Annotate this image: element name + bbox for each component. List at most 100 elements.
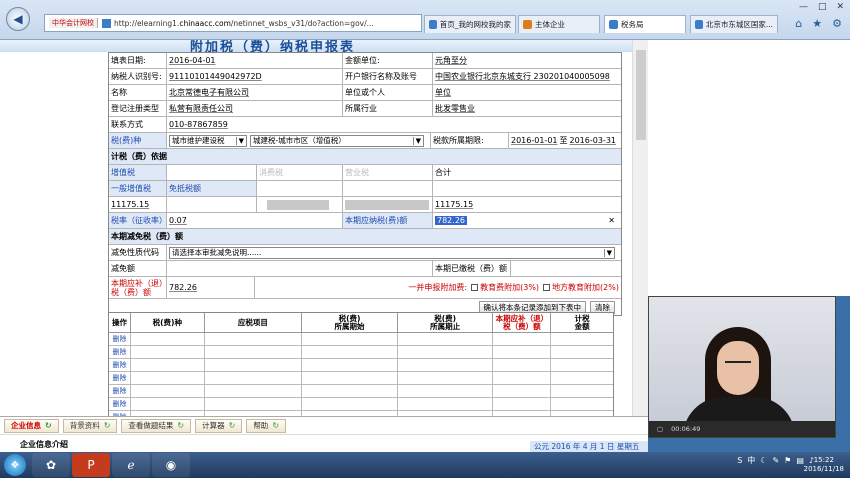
period-start[interactable]: 2016-01-01 bbox=[511, 136, 558, 145]
start-button[interactable]: ❖ bbox=[0, 452, 30, 478]
globe-icon bbox=[429, 20, 437, 29]
col-period-end: 税(费) 所属期止 bbox=[398, 313, 494, 332]
period-label: 税款所属期限: bbox=[431, 133, 509, 148]
exempt-label: 免抵税额 bbox=[167, 181, 257, 196]
bank-value: 中国农业银行北京东城支行 230201040005098 bbox=[435, 72, 610, 81]
taskbar-media[interactable]: ◉ bbox=[152, 453, 190, 477]
minimize-button[interactable]: — bbox=[799, 2, 808, 12]
gear-icon[interactable]: ⚙ bbox=[832, 17, 842, 30]
chevron-down-icon: ▼ bbox=[603, 248, 612, 257]
payable-input[interactable]: 782.26 ✕ bbox=[433, 213, 621, 228]
moon-icon[interactable]: ☾ bbox=[760, 456, 767, 465]
app-icon: ✿ bbox=[45, 458, 57, 472]
relief-code-select[interactable]: 请选择本审批减免说明...... ▼ bbox=[169, 246, 615, 259]
delete-link[interactable]: 删除 bbox=[109, 359, 131, 371]
page-scrollbar[interactable] bbox=[632, 40, 648, 416]
refund-label: 本期应补（退）税（费）额 bbox=[109, 277, 167, 298]
url-domain: chinaacc.com bbox=[179, 18, 231, 28]
url-suffix: /netinnet_wsbs_v31/do?action=gov/... bbox=[230, 18, 374, 28]
table-row: 删除 bbox=[109, 333, 613, 346]
col-refund: 本期应补（退） 税（费）额 bbox=[493, 313, 552, 332]
tab-entity[interactable]: 主体企业 bbox=[518, 15, 600, 33]
taskbar-ie[interactable]: ℯ bbox=[112, 453, 150, 477]
clock-date: 2016/11/18 bbox=[803, 465, 844, 473]
taxpayer-id-value: 91110101449042972D bbox=[167, 69, 343, 84]
delete-link[interactable]: 删除 bbox=[109, 398, 131, 410]
taxpayer-id-label: 纳税人识别号: bbox=[109, 69, 167, 84]
address-bar[interactable]: 中华会计网校 http://elearning1. chinaacc.com/ne… bbox=[44, 14, 422, 32]
tax-type-select[interactable]: 城市维护建设税 ▼ bbox=[169, 134, 247, 147]
star-icon[interactable]: ★ bbox=[812, 17, 822, 30]
tab-results[interactable]: 查看做题结果 ↻ bbox=[121, 418, 192, 433]
info-bar: 企业信息介绍 公元 2016 年 4 月 1 日 星期五 bbox=[0, 434, 648, 453]
edu-surcharge-checkbox[interactable] bbox=[471, 284, 479, 291]
business-label: 营业税 bbox=[343, 165, 433, 180]
tab-tax-bureau[interactable]: 税务局 bbox=[604, 15, 686, 33]
exempt-input[interactable] bbox=[167, 197, 257, 212]
back-button[interactable]: ◀ bbox=[6, 7, 30, 31]
tab-home[interactable]: 首页_我的网校我的家 bbox=[424, 15, 516, 33]
flag-icon[interactable]: ⚑ bbox=[784, 456, 791, 465]
delete-link[interactable]: 删除 bbox=[109, 385, 131, 397]
form-banner: 附加税（费）纳税申报表 bbox=[0, 40, 632, 55]
tab-company-info[interactable]: 企业信息 ↻ bbox=[4, 418, 59, 433]
media-icon: ◉ bbox=[165, 458, 177, 472]
ime-lang[interactable]: 中 bbox=[747, 455, 755, 466]
video-panel[interactable]: ▢ 00:06:49 bbox=[648, 296, 836, 438]
delete-link[interactable]: 删除 bbox=[109, 372, 131, 384]
url-prefix: http://elearning1. bbox=[114, 18, 180, 28]
page-icon bbox=[523, 20, 532, 29]
name-label: 名称 bbox=[109, 85, 167, 100]
table-row: 删除 bbox=[109, 359, 613, 372]
clock[interactable]: 15:22 2016/11/18 bbox=[804, 456, 844, 474]
tab-calculator[interactable]: 计算器 ↻ bbox=[195, 418, 243, 433]
clear-icon[interactable]: ✕ bbox=[608, 216, 615, 225]
payable-value: 782.26 bbox=[435, 216, 467, 225]
play-icon[interactable]: ▢ bbox=[657, 425, 663, 433]
relief-amount-label: 减免额 bbox=[109, 261, 167, 276]
delete-link[interactable]: 删除 bbox=[109, 333, 131, 345]
vat-label: 增值税 bbox=[109, 165, 167, 180]
unit-or-person-label: 单位或个人 bbox=[343, 85, 433, 100]
general-vat-label: 一般增值税 bbox=[109, 181, 167, 196]
fill-date-label: 填表日期: bbox=[109, 53, 167, 68]
tab-background[interactable]: 背景资料 ↻ bbox=[62, 418, 118, 433]
presenter-body bbox=[683, 397, 795, 421]
industry-label: 所属行业 bbox=[343, 101, 433, 116]
windows-logo-icon: ❖ bbox=[4, 454, 26, 476]
info-title: 企业信息介绍 bbox=[20, 440, 68, 449]
maximize-button[interactable]: □ bbox=[818, 2, 827, 12]
consumption-input-disabled bbox=[267, 199, 329, 210]
total-value: 11175.15 bbox=[435, 200, 474, 209]
video-frame bbox=[649, 297, 835, 421]
tool-icon[interactable]: ✎ bbox=[772, 456, 779, 465]
local-edu-surcharge-checkbox[interactable] bbox=[543, 284, 551, 291]
tab-help[interactable]: 帮助 ↻ bbox=[246, 418, 287, 433]
tax-type-cell: 城市维护建设税 ▼ 城建税-城市市区（增值税） ▼ bbox=[167, 133, 431, 148]
table-row: 删除 bbox=[109, 398, 613, 411]
rate-value[interactable]: 0.07 bbox=[167, 213, 343, 228]
taskbar-powerpoint[interactable]: P bbox=[72, 453, 110, 477]
tax-form: 填表日期: 2016-04-01 金额单位: 元角至分 纳税人识别号: 9111… bbox=[108, 52, 622, 316]
surcharge-cell: 一并申报附加费: 教育费附加(3%) 地方教育附加(2%) bbox=[255, 277, 621, 298]
delete-link[interactable]: 删除 bbox=[109, 346, 131, 358]
site-chip: 中华会计网校 bbox=[49, 18, 98, 28]
close-button[interactable]: ✕ bbox=[836, 2, 844, 12]
period-end[interactable]: 2016-03-31 bbox=[570, 136, 617, 145]
ie-icon: ℯ bbox=[127, 458, 135, 472]
paid-input[interactable] bbox=[511, 261, 621, 276]
taskbar-app-1[interactable]: ✿ bbox=[32, 453, 70, 477]
ime-icon[interactable]: S bbox=[737, 456, 742, 465]
relief-amount-input[interactable] bbox=[167, 261, 433, 276]
col-tax-item: 应税项目 bbox=[205, 313, 303, 332]
home-icon[interactable]: ⌂ bbox=[795, 17, 802, 30]
page-icon bbox=[609, 20, 618, 29]
video-controls[interactable]: ▢ 00:06:49 bbox=[649, 421, 835, 437]
tab-dongcheng[interactable]: 北京市东城区国家... bbox=[690, 15, 778, 33]
total-label: 合计 bbox=[435, 168, 451, 177]
table-row: 删除 bbox=[109, 385, 613, 398]
general-vat-input[interactable]: 11175.15 bbox=[109, 197, 167, 212]
scrollbar-thumb[interactable] bbox=[636, 50, 646, 140]
relief-section-title: 本期减免税（费）额 bbox=[109, 229, 621, 244]
tax-item-select[interactable]: 城建税-城市市区（增值税） ▼ bbox=[250, 134, 424, 147]
